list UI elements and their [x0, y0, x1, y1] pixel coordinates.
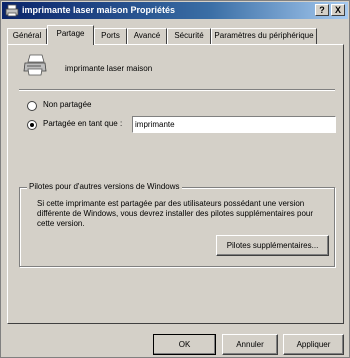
not-shared-label[interactable]: Non partagée	[43, 100, 91, 109]
help-button[interactable]: ?	[315, 4, 329, 16]
printer-name: imprimante laser maison	[65, 64, 153, 73]
ok-button[interactable]: OK	[153, 334, 216, 355]
tab-security[interactable]: Sécurité	[167, 28, 211, 44]
apply-button[interactable]: Appliquer	[283, 334, 344, 355]
drivers-description: Si cette imprimante est partagée par des…	[37, 199, 313, 228]
tab-sharing[interactable]: Partage	[47, 25, 94, 45]
tab-ports[interactable]: Ports	[94, 28, 127, 44]
window-title: imprimante laser maison Propriétés	[22, 5, 176, 15]
not-shared-radio[interactable]	[27, 101, 37, 111]
tab-advanced[interactable]: Avancé	[127, 28, 167, 44]
title-bar[interactable]: imprimante laser maison Propriétés ? X	[2, 2, 348, 19]
properties-dialog: imprimante laser maison Propriétés ? X G…	[0, 0, 350, 358]
tab-general[interactable]: Général	[7, 28, 47, 44]
printer-icon	[5, 4, 19, 17]
tab-strip: Général Partage Ports Avancé Sécurité Pa…	[7, 23, 347, 45]
additional-drivers-button[interactable]: Pilotes supplémentaires...	[216, 235, 329, 256]
tab-device-settings[interactable]: Paramètres du périphérique	[211, 28, 317, 44]
separator	[19, 89, 335, 91]
printer-icon	[23, 54, 47, 76]
close-button[interactable]: X	[331, 4, 345, 16]
shared-as-radio[interactable]	[27, 120, 37, 130]
drivers-legend: Pilotes pour d'autres versions de Window…	[27, 182, 182, 191]
share-name-input[interactable]: imprimante	[132, 116, 336, 133]
cancel-button[interactable]: Annuler	[222, 334, 278, 355]
shared-as-label[interactable]: Partagée en tant que :	[43, 119, 122, 128]
